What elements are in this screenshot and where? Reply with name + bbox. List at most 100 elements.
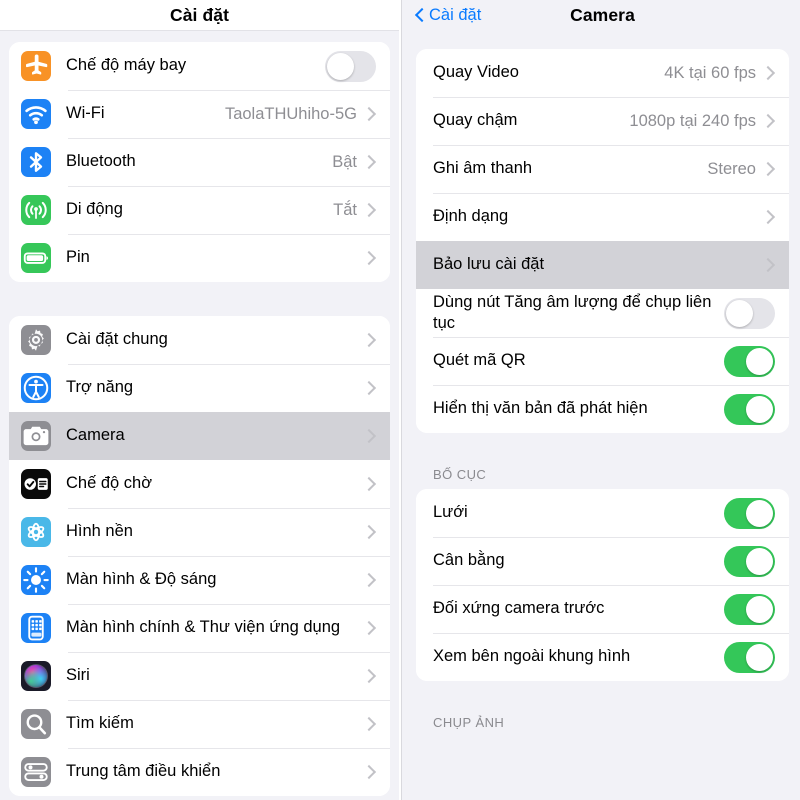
row-label: Di động bbox=[66, 200, 123, 219]
toggle-switch[interactable] bbox=[724, 593, 775, 625]
settings-row[interactable]: Màn hình chính & Thư viện ứng dụng bbox=[9, 604, 390, 652]
row-label: Bảo lưu cài đặt bbox=[433, 255, 545, 274]
toggle-switch[interactable] bbox=[724, 297, 775, 329]
chevron-right-icon bbox=[364, 620, 378, 636]
settings-row[interactable]: Ghi âm thanh Stereo bbox=[416, 145, 789, 193]
settings-row[interactable]: Cân bằng bbox=[416, 537, 789, 585]
detail-navbar: Cài đặt Camera bbox=[405, 0, 800, 31]
chevron-right-icon bbox=[364, 332, 378, 348]
row-label: Quét mã QR bbox=[433, 351, 526, 370]
toggle-switch[interactable] bbox=[325, 50, 376, 82]
chevron-right-icon bbox=[364, 106, 378, 122]
camera-icon bbox=[21, 421, 51, 451]
settings-row[interactable]: Tìm kiếm bbox=[9, 700, 390, 748]
toggle-knob bbox=[746, 347, 773, 375]
row-label: Cân bằng bbox=[433, 551, 505, 570]
settings-row[interactable]: Hiển thị văn bản đã phát hiện bbox=[416, 385, 789, 433]
airplane-icon bbox=[21, 51, 51, 81]
chevron-right-icon bbox=[364, 668, 378, 684]
settings-row[interactable]: Bluetooth Bật bbox=[9, 138, 390, 186]
settings-row[interactable]: Xem bên ngoài khung hình bbox=[416, 633, 789, 681]
chevron-right-icon bbox=[364, 250, 378, 266]
row-label: Hiển thị văn bản đã phát hiện bbox=[433, 399, 648, 418]
chevron-right-icon bbox=[364, 476, 378, 492]
cellular-icon bbox=[21, 195, 51, 225]
chevron-right-icon bbox=[364, 716, 378, 732]
settings-row[interactable]: Camera bbox=[9, 412, 390, 460]
settings-row[interactable]: Màn hình & Độ sáng bbox=[9, 556, 390, 604]
settings-row[interactable]: Dùng nút Tăng âm lượng để chụp liên tục bbox=[416, 289, 789, 337]
settings-row[interactable]: Chế độ chờ bbox=[9, 460, 390, 508]
settings-row[interactable]: Trợ năng bbox=[9, 364, 390, 412]
settings-row[interactable]: Quay chậm 1080p tại 240 fps bbox=[416, 97, 789, 145]
toggle-switch[interactable] bbox=[724, 545, 775, 577]
row-label: Chế độ chờ bbox=[66, 474, 153, 493]
homescreen-icon bbox=[21, 613, 51, 643]
back-button-label: Cài đặt bbox=[429, 6, 482, 24]
ipad-settings-screen: Cài đặt Chế độ máy bay Wi-Fi TaolaTHUhiho-… bbox=[0, 0, 800, 800]
settings-row[interactable]: Trung tâm điều khiển bbox=[9, 748, 390, 796]
toggle-switch[interactable] bbox=[724, 497, 775, 529]
chevron-right-icon bbox=[364, 428, 378, 444]
row-label: Siri bbox=[66, 666, 90, 685]
settings-row[interactable]: Di động Tắt bbox=[9, 186, 390, 234]
settings-row[interactable]: Siri bbox=[9, 652, 390, 700]
settings-row[interactable]: Chế độ máy bay bbox=[9, 42, 390, 90]
row-value: TaolaTHUhiho-5G bbox=[224, 104, 357, 123]
settings-row[interactable]: Lưới bbox=[416, 489, 789, 537]
row-label: Trung tâm điều khiển bbox=[66, 762, 221, 781]
chevron-right-icon bbox=[763, 161, 777, 177]
row-value: 1080p tại 240 fps bbox=[629, 111, 756, 130]
settings-sidebar: Cài đặt Chế độ máy bay Wi-Fi TaolaTHUhiho-… bbox=[0, 0, 399, 800]
row-value: Bật bbox=[332, 152, 357, 171]
row-value: Tắt bbox=[333, 200, 357, 219]
standby-icon bbox=[21, 469, 51, 499]
settings-row[interactable]: Hình nền bbox=[9, 508, 390, 556]
chevron-right-icon bbox=[364, 154, 378, 170]
back-button[interactable]: Cài đặt bbox=[415, 6, 481, 25]
chevron-right-icon bbox=[763, 209, 777, 225]
brightness-icon bbox=[21, 565, 51, 595]
wifi-icon bbox=[21, 99, 51, 129]
row-label: Màn hình & Độ sáng bbox=[66, 570, 217, 589]
sidebar-title: Cài đặt bbox=[169, 4, 230, 25]
settings-row[interactable]: Quay Video 4K tại 60 fps bbox=[416, 49, 789, 97]
toggle-knob bbox=[746, 547, 773, 575]
gear-icon bbox=[21, 325, 51, 355]
chevron-right-icon bbox=[364, 380, 378, 396]
settings-row[interactable]: Định dạng bbox=[416, 193, 789, 241]
row-label: Trợ năng bbox=[66, 378, 134, 397]
row-label: Chế độ máy bay bbox=[66, 56, 187, 75]
settings-row[interactable]: Wi-Fi TaolaTHUhiho-5G bbox=[9, 90, 390, 138]
accessibility-icon bbox=[21, 373, 51, 403]
row-label: Quay chậm bbox=[433, 111, 518, 130]
chevron-right-icon bbox=[763, 113, 777, 129]
row-label: Cài đặt chung bbox=[66, 330, 168, 349]
toggle-switch[interactable] bbox=[724, 345, 775, 377]
search-icon bbox=[21, 709, 51, 739]
settings-row[interactable]: Bảo lưu cài đặt bbox=[416, 241, 789, 289]
row-label: Bluetooth bbox=[66, 152, 136, 171]
settings-row[interactable]: Đối xứng camera trước bbox=[416, 585, 789, 633]
row-value: 4K tại 60 fps bbox=[664, 63, 756, 82]
sidebar-group-apps: Cài đặt chung Trợ năng Camera Chế độ chờ Hìn… bbox=[9, 316, 390, 796]
chevron-right-icon bbox=[364, 202, 378, 218]
siri-icon bbox=[21, 661, 51, 691]
chevron-left-icon bbox=[415, 7, 426, 25]
toggle-switch[interactable] bbox=[724, 641, 775, 673]
row-value: Stereo bbox=[707, 159, 756, 178]
toggle-knob bbox=[746, 499, 773, 527]
sidebar-group-connectivity: Chế độ máy bay Wi-Fi TaolaTHUhiho-5G Blueto… bbox=[9, 42, 390, 282]
control-center-icon bbox=[21, 757, 51, 787]
settings-row[interactable]: Cài đặt chung bbox=[9, 316, 390, 364]
settings-row[interactable]: Pin bbox=[9, 234, 390, 282]
toggle-knob bbox=[746, 395, 773, 423]
toggle-switch[interactable] bbox=[724, 393, 775, 425]
settings-row[interactable]: Quét mã QR bbox=[416, 337, 789, 385]
row-label: Dùng nút Tăng âm lượng để chụp liên tục bbox=[433, 292, 712, 332]
